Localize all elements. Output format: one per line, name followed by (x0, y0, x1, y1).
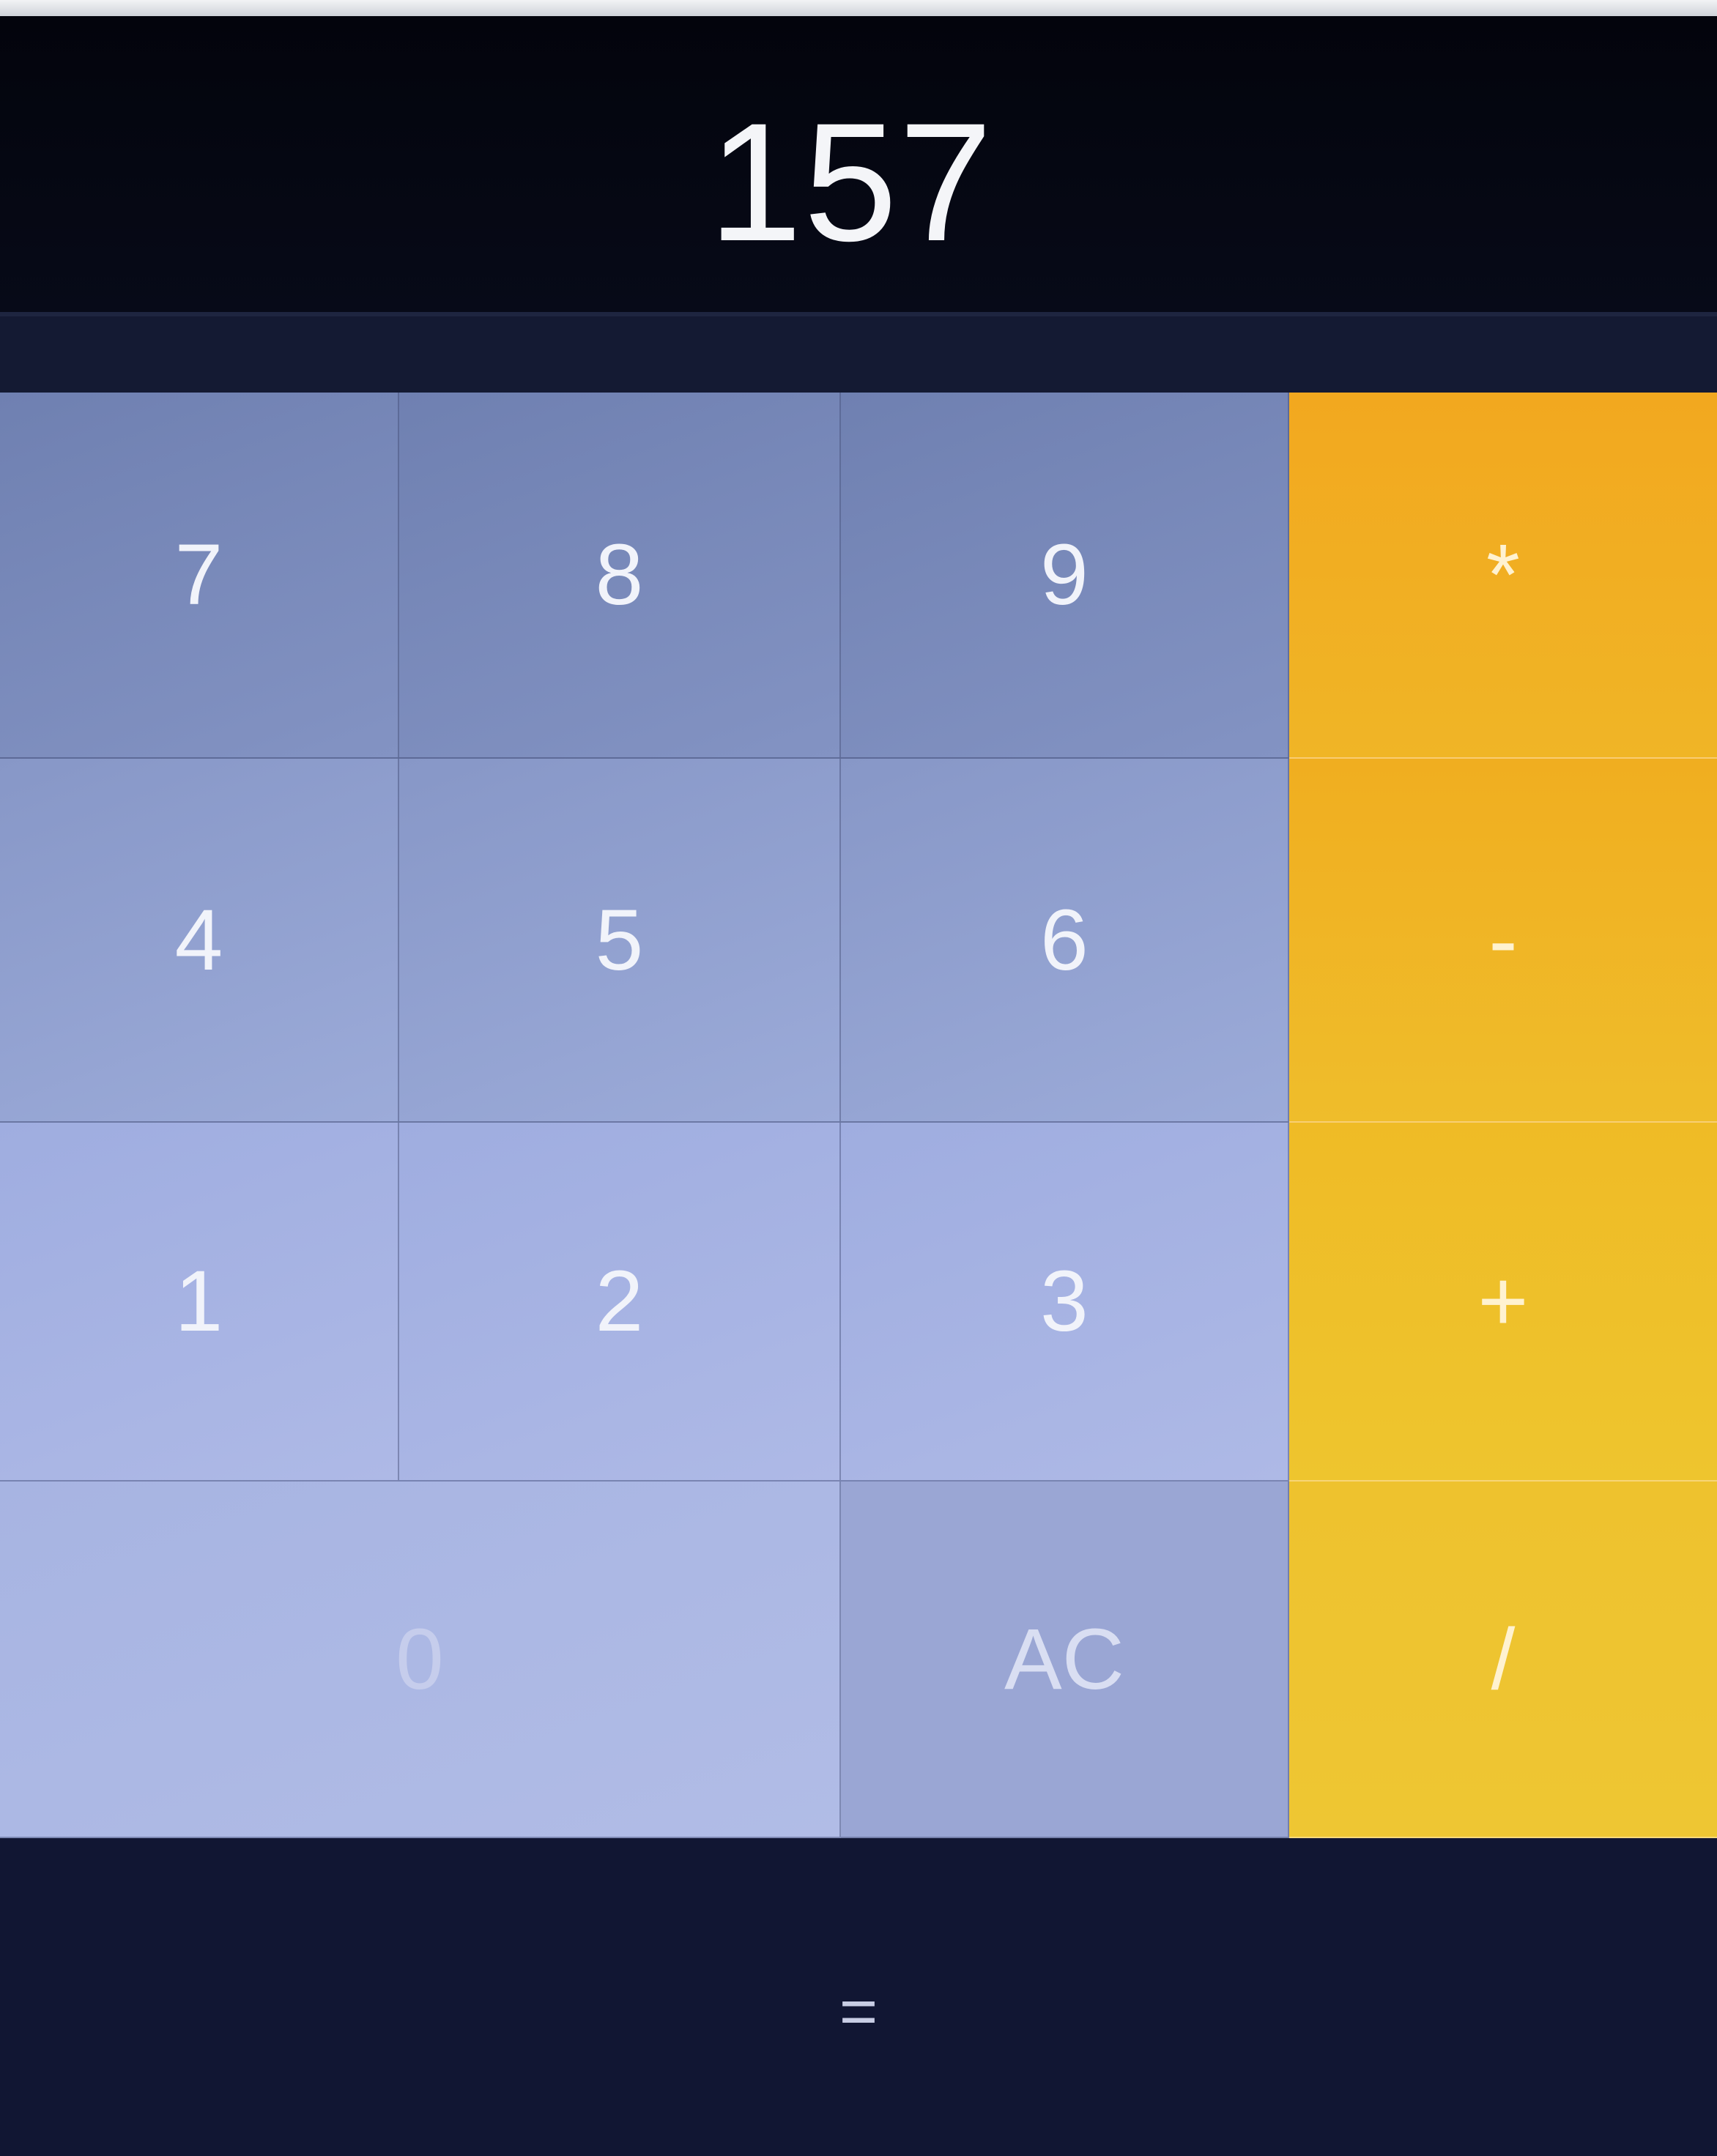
equals-label: = (839, 1974, 878, 2048)
subtract-button[interactable]: - (1289, 759, 1717, 1123)
key-9[interactable]: 9 (841, 393, 1289, 759)
display-divider (0, 312, 1717, 393)
key-0[interactable]: 0 (0, 1482, 841, 1838)
key-3[interactable]: 3 (841, 1123, 1289, 1482)
divide-button[interactable]: / (1289, 1482, 1717, 1838)
calculator-display: 157 (0, 16, 1717, 312)
key-5[interactable]: 5 (399, 759, 841, 1123)
key-7[interactable]: 7 (0, 393, 399, 759)
equals-button[interactable]: = (0, 1838, 1717, 2156)
key-6[interactable]: 6 (841, 759, 1289, 1123)
calculator-app: 157 7 8 9 * 4 5 6 - 1 2 3 + 0 AC / = (0, 0, 1717, 2156)
keypad: 7 8 9 * 4 5 6 - 1 2 3 + 0 AC / (0, 393, 1717, 1838)
multiply-button[interactable]: * (1289, 393, 1717, 759)
display-value: 157 (708, 88, 994, 276)
top-bezel (0, 0, 1717, 16)
clear-button[interactable]: AC (841, 1482, 1289, 1838)
key-2[interactable]: 2 (399, 1123, 841, 1482)
add-button[interactable]: + (1289, 1123, 1717, 1482)
key-4[interactable]: 4 (0, 759, 399, 1123)
key-1[interactable]: 1 (0, 1123, 399, 1482)
key-8[interactable]: 8 (399, 393, 841, 759)
